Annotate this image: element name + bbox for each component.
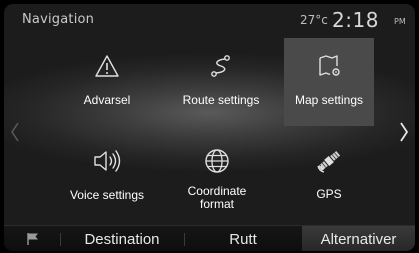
temperature-readout: 27°c [300,13,328,27]
clock-time: 2:18 [332,8,379,32]
tile-gps-label: GPS [316,187,342,201]
tile-voice-settings[interactable]: Voice settings [56,140,158,220]
tile-gps[interactable]: GPS [284,140,374,220]
tile-advarsel-label: Advarsel [83,93,131,107]
bottom-separator [60,233,61,246]
route-label: Rutt [229,230,257,248]
navigation-screen: Navigation 27°c 2:18 PM Advarsel Route s… [4,4,415,251]
chevron-right-icon [400,122,409,142]
next-page-button[interactable] [393,102,415,162]
globe-icon [205,149,229,173]
route-button[interactable]: Rutt [188,226,298,251]
flag-button[interactable] [16,226,50,251]
speaker-icon [94,150,121,172]
alternatives-button[interactable]: Alternativer [302,226,415,251]
app-title: Navigation [22,12,95,27]
destination-button[interactable]: Destination [64,226,180,251]
destination-label: Destination [84,230,160,248]
alternatives-label: Alternativer [320,230,397,248]
bottom-separator [184,233,185,246]
map-gear-icon [319,55,340,76]
warning-triangle-icon [95,55,119,77]
tile-coordinate-format[interactable]: Coordinate format [172,140,262,220]
chevron-left-icon [11,122,19,142]
previous-page-button[interactable] [4,102,26,162]
tile-voice-settings-label: Voice settings [69,188,145,202]
route-icon [211,55,230,77]
tile-advarsel[interactable]: Advarsel [62,38,152,126]
bottom-action-bar: Destination Rutt Alternativer [4,225,415,251]
tile-route-settings-label: Route settings [182,93,260,107]
clock-ampm: PM [394,17,406,26]
flag-icon [27,233,38,245]
status-bar: Navigation 27°c 2:18 PM [4,4,415,34]
tile-coordinate-format-label-line2: format [199,197,234,211]
tile-route-settings[interactable]: Route settings [170,38,272,126]
satellite-icon [317,150,341,173]
tile-map-settings[interactable]: Map settings [284,38,374,126]
tile-map-settings-label: Map settings [294,93,364,107]
